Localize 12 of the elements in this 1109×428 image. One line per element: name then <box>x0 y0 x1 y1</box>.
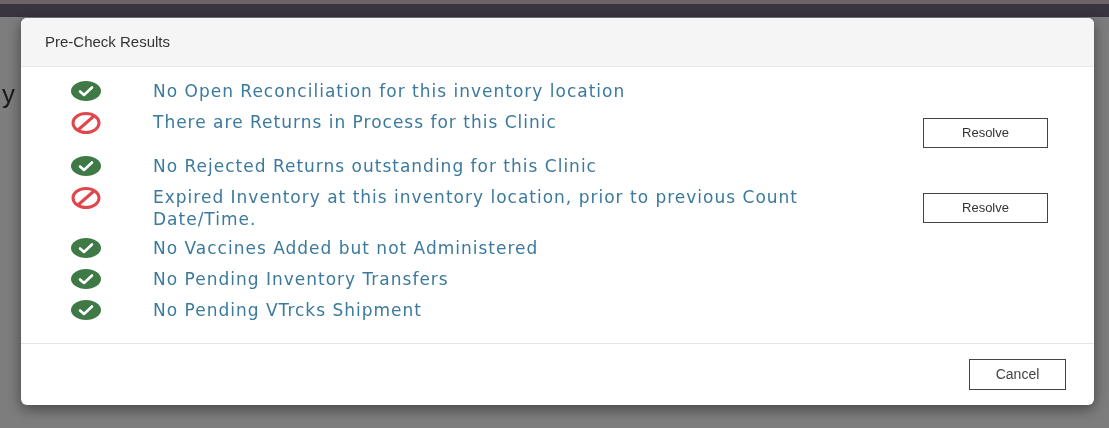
check-result-text: No Pending Inventory Transfers <box>153 268 450 290</box>
resolve-button[interactable]: Resolve <box>923 193 1048 223</box>
check-result-text: No Rejected Returns outstanding for this Clinic <box>153 155 598 177</box>
check-result-text: Expired Inventory at this inventory location, prior to previous Count Date/Time. <box>153 186 799 230</box>
resolve-button[interactable]: Resolve <box>923 118 1048 148</box>
check-result-text: No Vaccines Added but not Administered <box>153 237 540 259</box>
check-result-text: There are Returns in Process for this Clinic <box>153 111 558 133</box>
cancel-button[interactable]: Cancel <box>969 359 1066 390</box>
check-result-text: No Pending VTrcks Shipment <box>153 299 423 321</box>
page-heading: y <box>2 79 15 109</box>
check-result-text: No Open Reconciliation for this inventory location <box>153 80 627 102</box>
dialog-title: Pre-Check Results <box>45 31 171 52</box>
